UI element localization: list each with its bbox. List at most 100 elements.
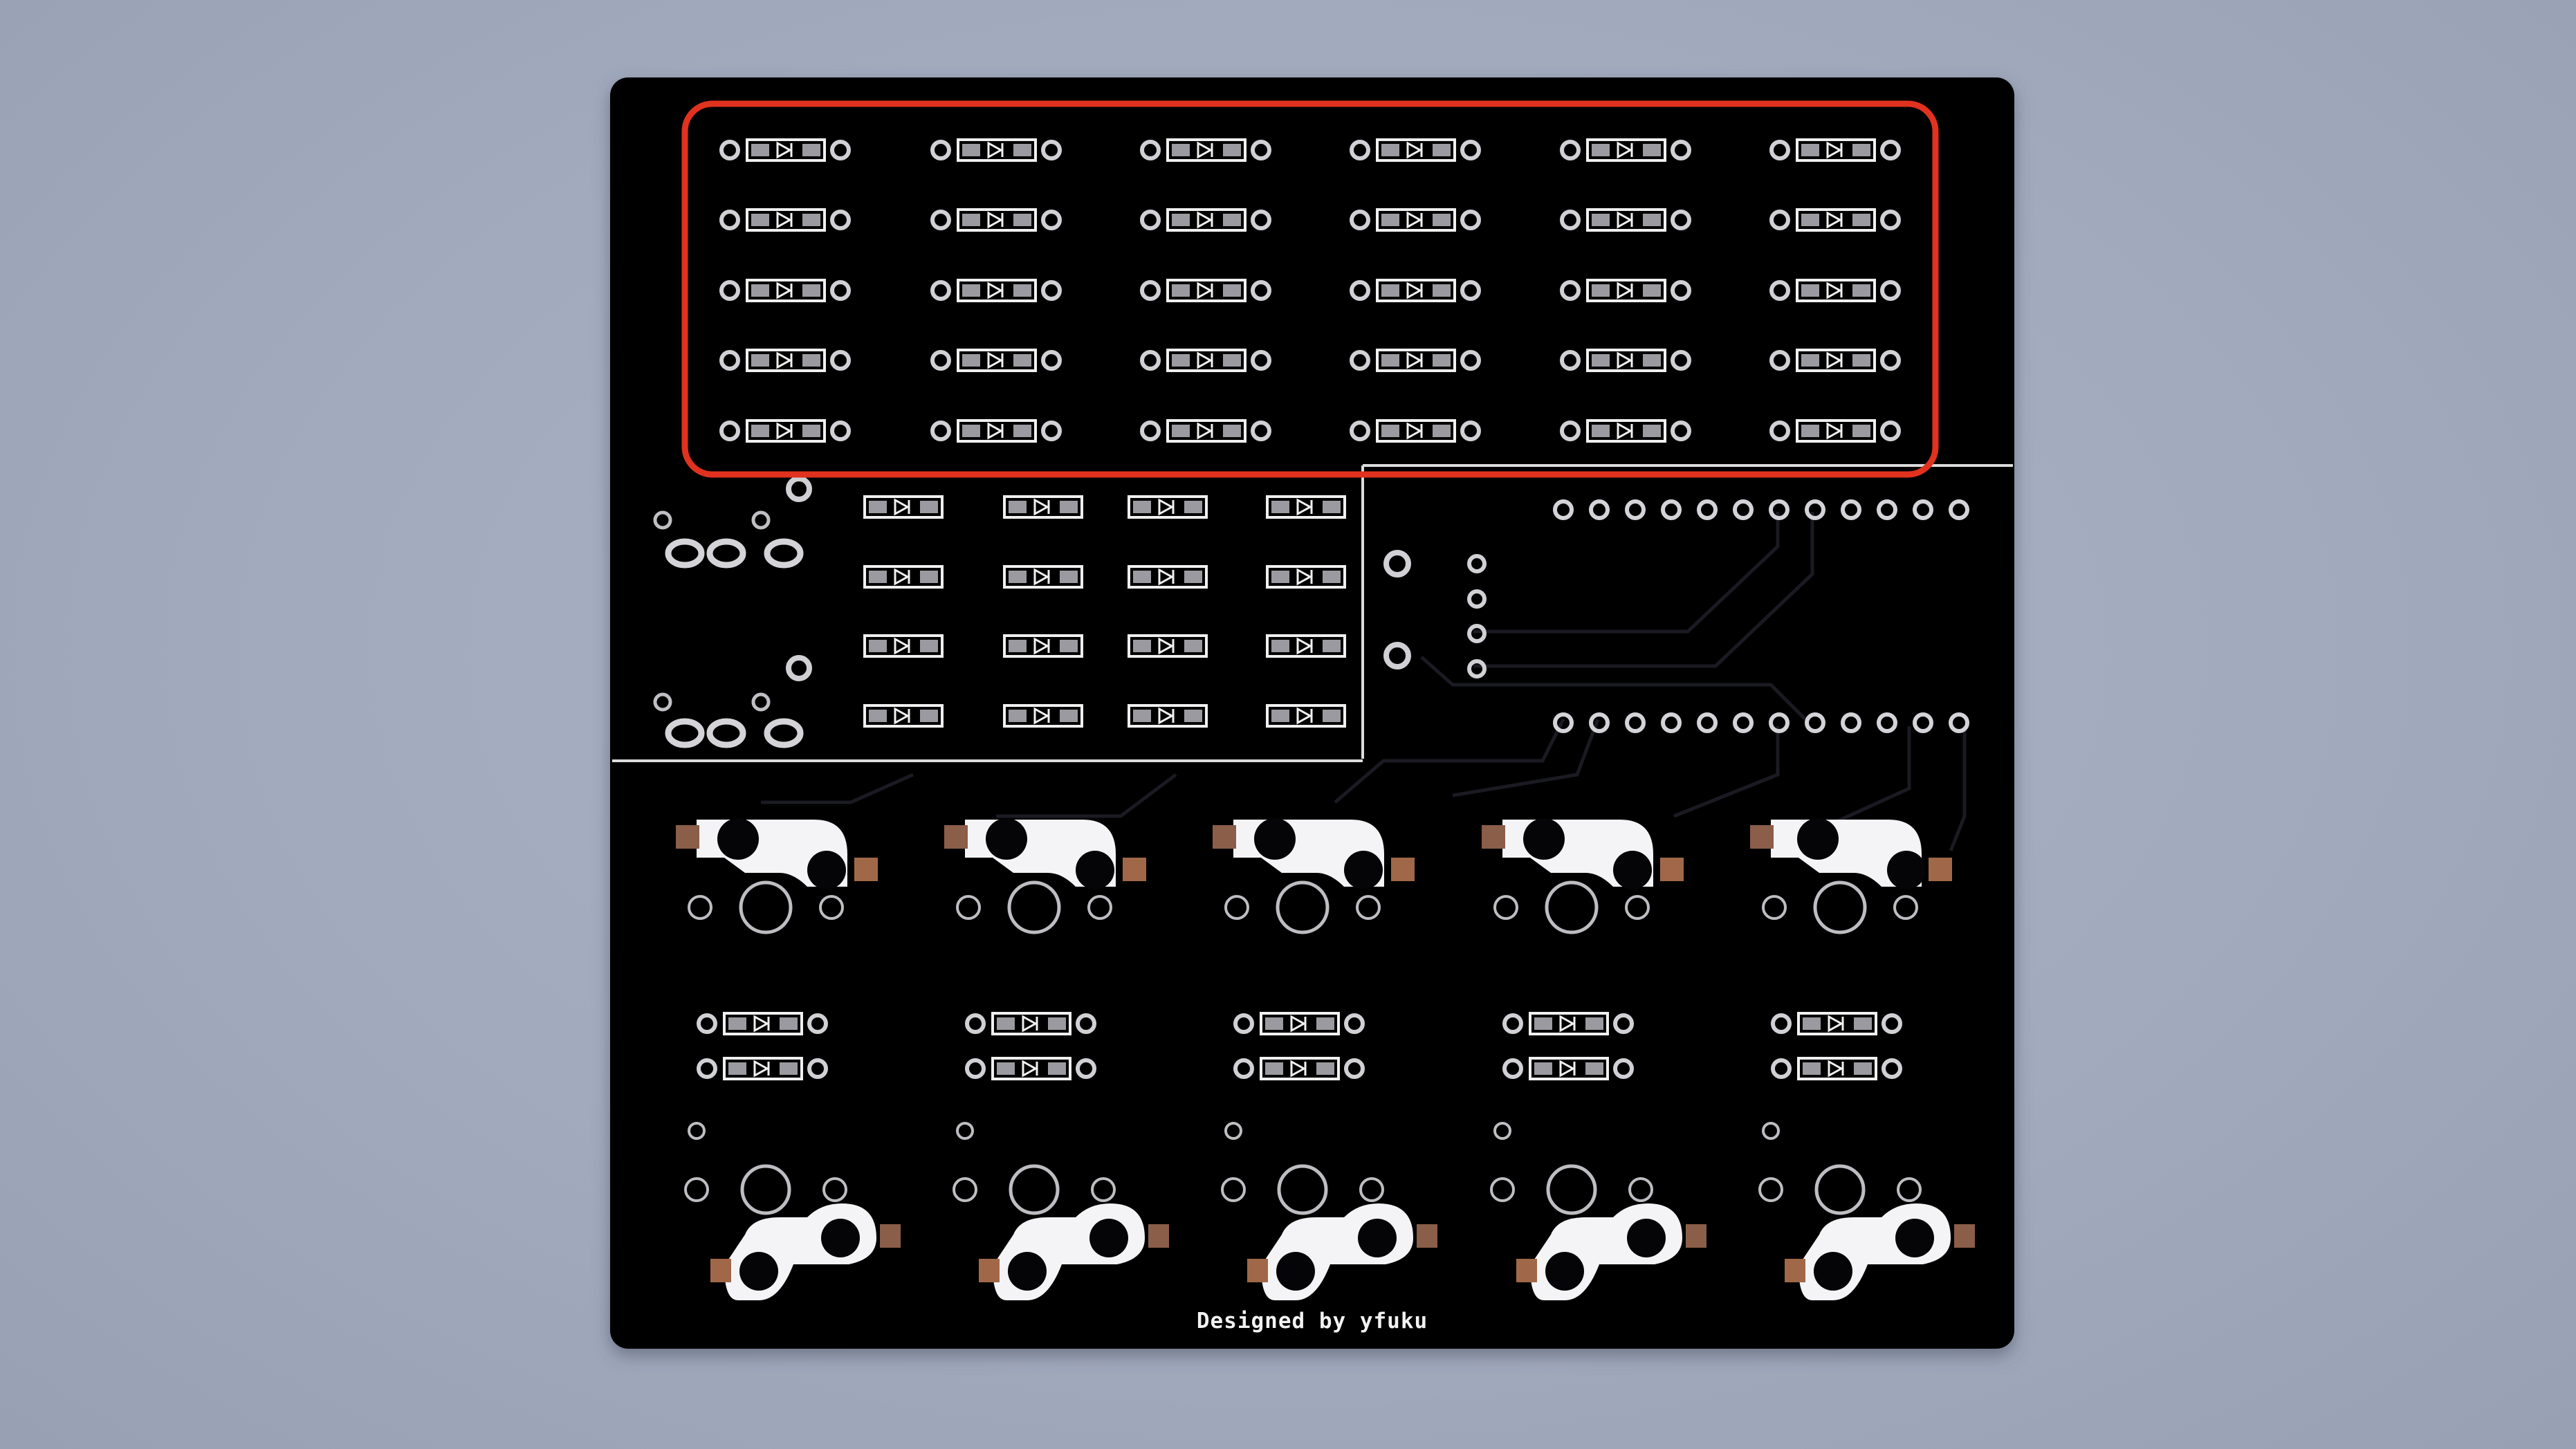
diode-pad <box>1852 284 1870 297</box>
switch-pin-hole <box>1358 1219 1397 1257</box>
diode-pad <box>1643 425 1661 437</box>
diode-pad <box>1592 144 1610 156</box>
diode-pad <box>997 1017 1015 1030</box>
switch-pin-hole <box>1276 1252 1315 1291</box>
diode-pad <box>962 354 980 367</box>
switch-pin-hole <box>1076 851 1114 889</box>
credit-silkscreen: Designed by yfuku <box>1197 1309 1428 1333</box>
diode-pad <box>1060 571 1078 583</box>
diode-pad <box>1184 710 1202 722</box>
diode-pad <box>1271 640 1289 652</box>
copper-pad <box>944 825 968 849</box>
diode-pad <box>1585 1062 1603 1075</box>
copper-pad <box>1148 1224 1169 1248</box>
diode-pad <box>1172 144 1190 156</box>
diode-pad <box>1433 214 1451 226</box>
diode-pad <box>1433 425 1451 437</box>
copper-pad <box>1123 858 1146 881</box>
switch-pin-hole <box>739 1252 778 1291</box>
diode-pad <box>1048 1062 1066 1075</box>
diode-pad <box>751 214 769 226</box>
switch-pin-hole <box>1089 1219 1128 1257</box>
diode-pad <box>728 1017 746 1030</box>
diode-pad <box>1854 1017 1872 1030</box>
diode-pad <box>1271 501 1289 513</box>
diode-pad <box>1381 144 1399 156</box>
diode-pad <box>1592 214 1610 226</box>
diode-pad <box>1013 144 1031 156</box>
switch-pin-hole <box>986 818 1027 860</box>
diode-pad <box>780 1062 798 1075</box>
diode-pad <box>1801 354 1819 367</box>
diode-pad <box>1643 284 1661 297</box>
diode-pad <box>962 284 980 297</box>
copper-pad <box>1660 858 1684 881</box>
diode-pad <box>1013 214 1031 226</box>
switch-pin-hole <box>1895 1219 1934 1257</box>
diode-pad <box>1172 214 1190 226</box>
copper-pad <box>1482 825 1505 849</box>
switch-pin-hole <box>1797 818 1839 860</box>
diode-pad <box>728 1062 746 1075</box>
diode-pad <box>1801 284 1819 297</box>
switch-pin-hole <box>1008 1252 1047 1291</box>
diode-pad <box>1013 284 1031 297</box>
diode-pad <box>1009 710 1027 722</box>
diode-pad <box>869 501 887 513</box>
switch-pin-hole <box>821 1219 860 1257</box>
diode-pad <box>1060 710 1078 722</box>
diode-pad <box>1223 425 1241 437</box>
diode-pad <box>1265 1017 1283 1030</box>
diode-pad <box>962 144 980 156</box>
diode-pad <box>962 425 980 437</box>
diode-pad <box>1801 214 1819 226</box>
switch-pin-hole <box>1344 851 1383 889</box>
diode-pad <box>869 640 887 652</box>
diode-pad <box>1184 501 1202 513</box>
diode-pad <box>1133 501 1151 513</box>
diode-pad <box>1013 354 1031 367</box>
switch-pin-hole <box>1613 851 1652 889</box>
diode-pad <box>920 710 938 722</box>
copper-pad <box>1247 1259 1268 1282</box>
diode-pad <box>751 144 769 156</box>
diode-pad <box>1184 640 1202 652</box>
diode-pad <box>1009 571 1027 583</box>
diode-pad <box>1803 1017 1821 1030</box>
diode-pad <box>1381 425 1399 437</box>
diode-pad <box>1172 284 1190 297</box>
copper-pad <box>1391 858 1415 881</box>
diode-pad <box>1381 284 1399 297</box>
diode-pad <box>1433 284 1451 297</box>
diode-pad <box>962 214 980 226</box>
diode-pad <box>1534 1062 1552 1075</box>
diode-pad <box>751 354 769 367</box>
diode-pad <box>1433 144 1451 156</box>
diode-pad <box>1852 214 1870 226</box>
switch-pin-hole <box>1814 1252 1852 1291</box>
diode-pad <box>1643 354 1661 367</box>
diode-pad <box>1009 640 1027 652</box>
copper-pad <box>880 1224 901 1248</box>
diode-pad <box>1223 354 1241 367</box>
diode-pad <box>920 640 938 652</box>
switch-pin-hole <box>1887 851 1926 889</box>
diode-pad <box>1223 214 1241 226</box>
switch-pin-hole <box>1545 1252 1584 1291</box>
switch-pin-hole <box>807 851 846 889</box>
copper-pad <box>854 858 878 881</box>
diode-pad <box>869 710 887 722</box>
diode-pad <box>1585 1017 1603 1030</box>
diode-pad <box>1133 571 1151 583</box>
copper-pad <box>1213 825 1236 849</box>
diode-pad <box>1643 214 1661 226</box>
switch-pin-hole <box>1523 818 1565 860</box>
diode-pad <box>1592 284 1610 297</box>
diode-pad <box>1323 710 1341 722</box>
copper-pad <box>1929 858 1952 881</box>
diode-pad <box>1009 501 1027 513</box>
diode-pad <box>1592 354 1610 367</box>
diode-pad <box>802 354 820 367</box>
diode-pad <box>1381 214 1399 226</box>
switch-pin-hole <box>1254 818 1296 860</box>
